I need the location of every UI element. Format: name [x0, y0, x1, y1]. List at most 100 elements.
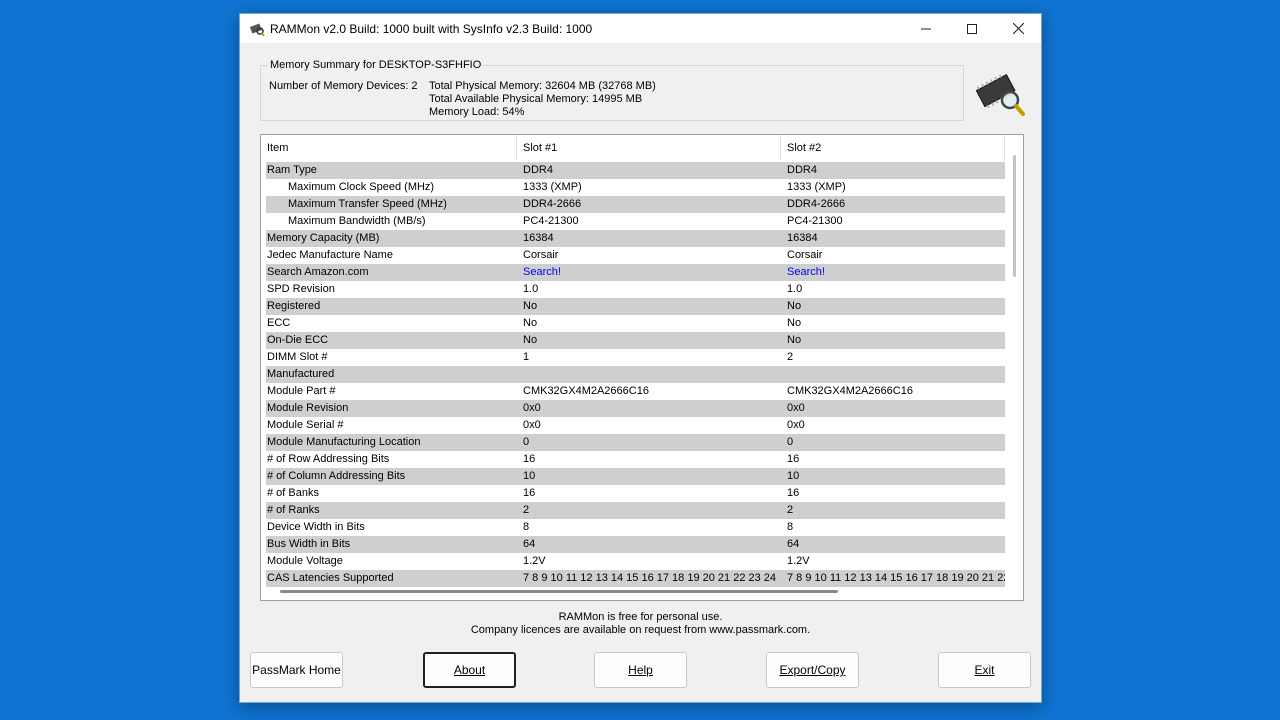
rammon-app-icon — [249, 21, 265, 37]
column-header-slot-2[interactable]: Slot #2 — [781, 135, 1005, 161]
memory-summary-group: Memory Summary for DESKTOP-S3FHFIO Numbe… — [260, 59, 964, 121]
memory-load: Memory Load: 54% — [429, 106, 525, 118]
memory-chip-magnifier-icon — [973, 69, 1027, 119]
column-header-item[interactable]: Item — [261, 135, 517, 161]
table-row[interactable]: ECC No No — [266, 315, 1005, 332]
slot-1-value: 16 — [523, 453, 536, 465]
slot-2-value: No — [787, 317, 802, 329]
slot-1-value: 16384 — [523, 232, 554, 244]
exit-button[interactable]: Exit — [938, 652, 1031, 688]
row-item-label: Module Revision — [267, 402, 349, 414]
license-line-2: Company licences are available on reques… — [470, 624, 811, 636]
table-row[interactable]: Device Width in Bits 8 8 — [266, 519, 1005, 536]
slot-2-value: No — [787, 300, 802, 312]
slot-1-search-link[interactable]: Search! — [517, 264, 781, 281]
row-item-label: Module Serial # — [267, 419, 344, 431]
table-row[interactable]: Search Amazon.com Search! Search! — [266, 264, 1005, 281]
row-item-label: Jedec Manufacture Name — [267, 249, 393, 261]
table-row[interactable]: Module Part # CMK32GX4M2A2666C16 CMK32GX4M… — [266, 383, 1005, 400]
table-row[interactable]: CAS Latencies Supported 7 8 9 10 11 12 13… — [266, 570, 1005, 587]
memory-stats: Total Physical Memory: 32604 MB (32768 M… — [429, 80, 656, 119]
row-item-label: On-Die ECC — [267, 334, 329, 346]
row-item-label: Device Width in Bits — [267, 521, 365, 533]
table-row[interactable]: DIMM Slot # 1 2 — [266, 349, 1005, 366]
slot-2-value: 7 8 9 10 11 12 13 14 15 16 17 18 19 20 2… — [787, 572, 1005, 584]
close-button[interactable] — [995, 14, 1041, 43]
total-available-memory: Total Available Physical Memory: 14995 M… — [429, 93, 643, 105]
row-item-label: Maximum Transfer Speed (MHz) — [288, 198, 447, 210]
about-button-label: About — [453, 663, 486, 677]
slot-2-value: 1.0 — [787, 283, 803, 295]
help-button[interactable]: Help — [594, 652, 687, 688]
slot-1-value: 1.0 — [523, 283, 539, 295]
license-notice: RAMMon is free for personal use. Company… — [240, 611, 1041, 637]
window-title: RAMMon v2.0 Build: 1000 built with SysIn… — [270, 21, 593, 36]
slot-1-value: 1.2V — [523, 555, 546, 567]
slot-2-search-link[interactable]: Search! — [781, 264, 1005, 281]
horizontal-scrollbar[interactable] — [280, 590, 838, 593]
slot-1-value: No — [523, 317, 538, 329]
slot-2-value: 0x0 — [787, 402, 805, 414]
slot-1-value: Corsair — [523, 249, 559, 261]
row-item-label: Manufactured — [267, 368, 335, 380]
minimize-button[interactable] — [903, 14, 949, 43]
table-row[interactable]: SPD Revision 1.0 1.0 — [266, 281, 1005, 298]
slot-2-value: DDR4-2666 — [787, 198, 846, 210]
memory-details-grid[interactable]: Item Slot #1 Slot #2 Ram Type DDR4 DDR4 Max… — [260, 134, 1024, 601]
slot-1-value: 64 — [523, 538, 536, 550]
table-row[interactable]: Registered No No — [266, 298, 1005, 315]
maximize-icon — [967, 23, 977, 34]
slot-2-value: PC4-21300 — [787, 215, 843, 227]
row-item-label: # of Row Addressing Bits — [267, 453, 390, 465]
table-row[interactable]: # of Row Addressing Bits 16 16 — [266, 451, 1005, 468]
slot-1-value — [517, 366, 781, 383]
passmark-home-button[interactable]: PassMark Home — [250, 652, 343, 688]
about-button[interactable]: About — [423, 652, 516, 688]
row-item-label: Module Part # — [267, 385, 336, 397]
grid-rows: Ram Type DDR4 DDR4 Maximum Clock Speed (MHz… — [266, 162, 1005, 587]
row-item-label: Module Manufacturing Location — [267, 436, 421, 448]
table-row[interactable]: Jedec Manufacture Name Corsair Corsair — [266, 247, 1005, 264]
slot-2-value: 2 — [787, 504, 794, 516]
row-item-label: SPD Revision — [267, 283, 335, 295]
table-row[interactable]: Module Voltage 1.2V 1.2V — [266, 553, 1005, 570]
slot-1-value: 8 — [523, 521, 530, 533]
slot-2-value: Corsair — [787, 249, 823, 261]
row-item-label: Maximum Clock Speed (MHz) — [288, 181, 435, 193]
table-row[interactable]: Module Manufacturing Location 0 0 — [266, 434, 1005, 451]
row-item-label: DIMM Slot # — [267, 351, 328, 363]
row-item-label: Module Voltage — [267, 555, 343, 567]
slot-2-value: DDR4 — [787, 164, 817, 176]
table-row[interactable]: Ram Type DDR4 DDR4 — [266, 162, 1005, 179]
slot-1-value: 2 — [523, 504, 530, 516]
table-row[interactable]: Maximum Clock Speed (MHz) 1333 (XMP) 1333 … — [266, 179, 1005, 196]
table-row[interactable]: # of Ranks 2 2 — [266, 502, 1005, 519]
column-header-slot-1[interactable]: Slot #1 — [517, 135, 781, 161]
slot-2-value: 1333 (XMP) — [787, 181, 846, 193]
table-row[interactable]: Maximum Bandwidth (MB/s) PC4-21300 PC4-213… — [266, 213, 1005, 230]
slot-2-value: 0 — [787, 436, 794, 448]
table-row[interactable]: Module Revision 0x0 0x0 — [266, 400, 1005, 417]
title-bar[interactable]: RAMMon v2.0 Build: 1000 built with SysIn… — [240, 14, 1041, 43]
slot-1-value: CMK32GX4M2A2666C16 — [523, 385, 649, 397]
slot-1-value: PC4-21300 — [523, 215, 579, 227]
memory-device-count: Number of Memory Devices: 2 — [269, 80, 418, 92]
table-row[interactable]: Manufactured — [266, 366, 1005, 383]
slot-1-value: 1 — [523, 351, 530, 363]
vertical-scrollbar[interactable] — [1013, 155, 1016, 277]
row-item-label: CAS Latencies Supported — [267, 572, 394, 584]
slot-2-value: 8 — [787, 521, 794, 533]
table-row[interactable]: Module Serial # 0x0 0x0 — [266, 417, 1005, 434]
table-row[interactable]: On-Die ECC No No — [266, 332, 1005, 349]
maximize-button[interactable] — [949, 14, 995, 43]
row-item-label: # of Banks — [267, 487, 319, 499]
table-row[interactable]: Bus Width in Bits 64 64 — [266, 536, 1005, 553]
slot-1-value: 0 — [523, 436, 530, 448]
table-row[interactable]: Memory Capacity (MB) 16384 16384 — [266, 230, 1005, 247]
help-button-label: Help — [628, 663, 653, 677]
table-row[interactable]: Maximum Transfer Speed (MHz) DDR4-2666 DDR… — [266, 196, 1005, 213]
slot-2-value: 16384 — [787, 232, 818, 244]
table-row[interactable]: # of Banks 16 16 — [266, 485, 1005, 502]
table-row[interactable]: # of Column Addressing Bits 10 10 — [266, 468, 1005, 485]
export-copy-button[interactable]: Export/Copy — [766, 652, 859, 688]
